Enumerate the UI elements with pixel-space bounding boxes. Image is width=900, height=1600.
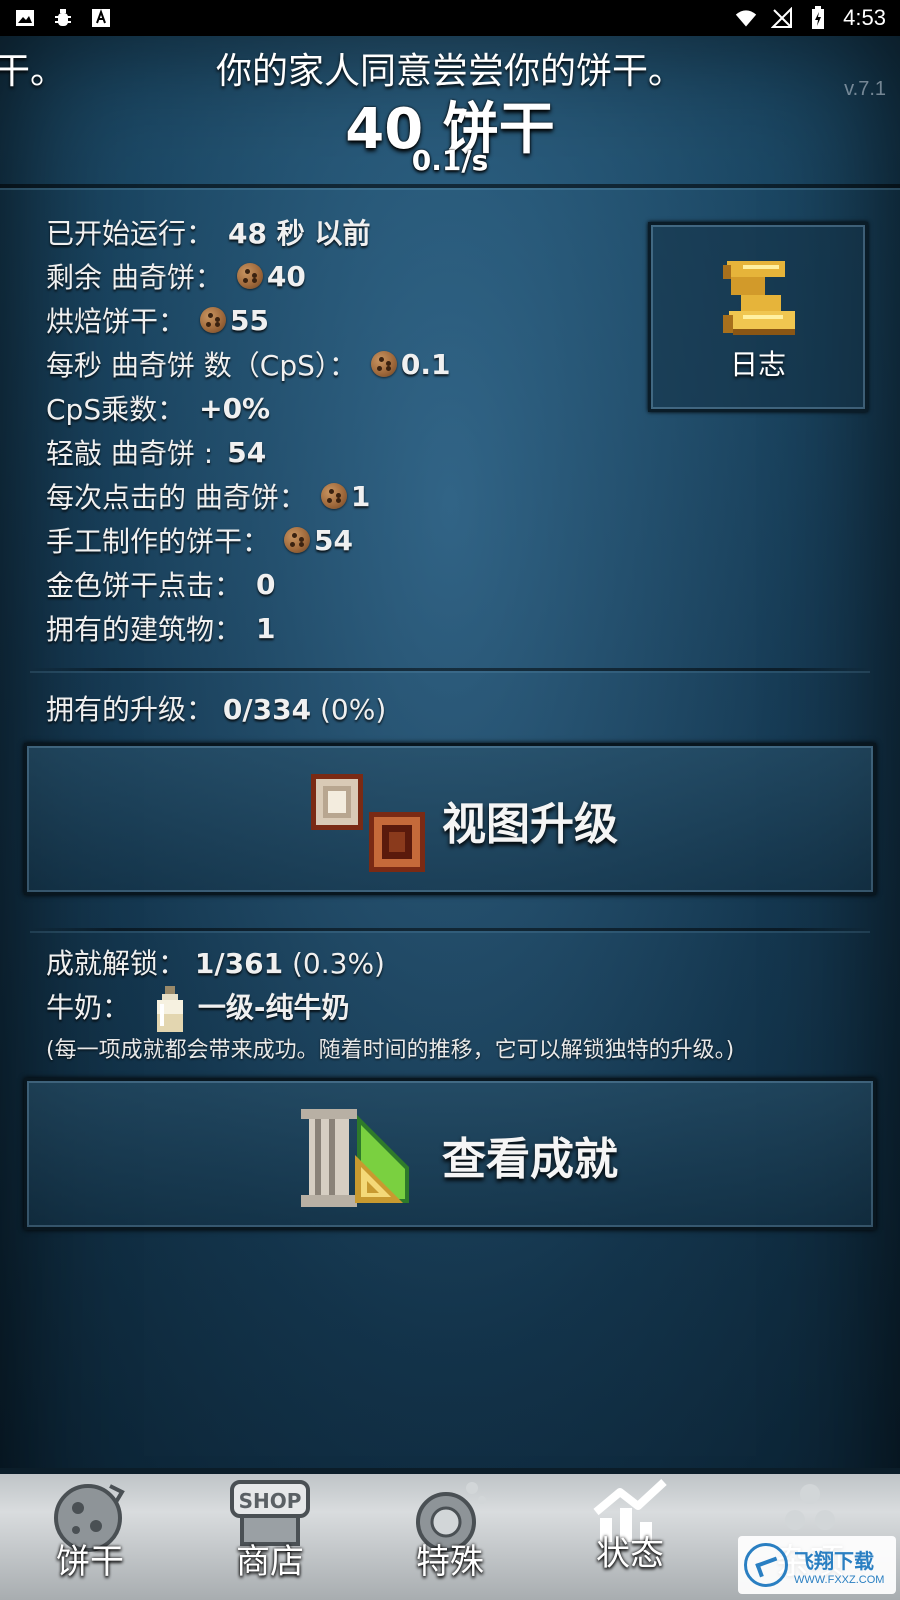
nav-label: 商店 (236, 1542, 304, 1582)
upgrade-frames-icon (311, 774, 425, 872)
scroll-icon (723, 261, 795, 335)
stat-label: 每秒 曲奇饼 数（CpS）： (46, 349, 357, 382)
stat-row-handmade-cookies: 手工制作的饼干： 54 (46, 518, 646, 562)
stat-row-cookies-remaining: 剩余 曲奇饼： 40 (46, 254, 646, 298)
battery-charging-icon (807, 6, 829, 29)
nav-label: 状态 (596, 1534, 664, 1574)
stat-row-cookie-clicks: 轻敲 曲奇饼 : 54 (46, 430, 646, 474)
stat-row-cps-multiplier: CpS乘数： +0% (46, 386, 646, 430)
cookie-icon (236, 263, 263, 289)
nav-label: 特殊 (416, 1542, 484, 1582)
stat-value: 55 (230, 303, 269, 337)
divider (30, 928, 870, 931)
stat-row-cps: 每秒 曲奇饼 数（CpS）： 0.1 (46, 342, 646, 386)
view-upgrades-button[interactable]: 视图升级 (24, 743, 876, 895)
achievements-label: 成就解锁： (46, 947, 187, 980)
achievements-percent: (0.3%) (291, 947, 385, 980)
stat-row-cookies-baked: 烘焙饼干： 55 (46, 298, 646, 342)
stat-value: 1 (256, 611, 276, 645)
upgrades-label: 拥有的升级： (46, 693, 215, 726)
upgrades-owned: 拥有的升级： 0/334 (0%) (46, 688, 386, 728)
stat-value: 54 (227, 435, 267, 469)
stat-label: CpS乘数： (46, 393, 186, 426)
cookies-per-second: 0.1/s (411, 144, 489, 177)
milk-bottle-icon (156, 986, 183, 1032)
milk-label: 牛奶： (46, 991, 131, 1024)
stat-value: 0.1 (400, 347, 451, 381)
achievements-value: 1/361 (194, 947, 284, 980)
stat-value: 48 秒 以前 (228, 217, 371, 250)
nav-item-special[interactable]: 特殊 (360, 1474, 540, 1600)
stat-row-buildings-owned: 拥有的建筑物： 1 (46, 606, 646, 650)
achievements-unlocked: 成就解锁： 1/361 (0.3%) (46, 942, 385, 982)
stat-row-cookies-per-click: 每次点击的 曲奇饼： 1 (46, 474, 646, 518)
stat-label: 已开始运行： (46, 217, 215, 250)
upgrades-value: 0/334 (222, 693, 312, 726)
status-bar: 4:53 (0, 0, 900, 36)
watermark-logo-icon (744, 1543, 788, 1587)
log-button[interactable]: 日志 (648, 222, 868, 412)
view-achievements-button[interactable]: 查看成就 (24, 1078, 876, 1230)
stat-row-time-running: 已开始运行： 48 秒 以前 (46, 210, 646, 254)
stat-label: 拥有的建筑物： (46, 613, 243, 646)
nav-item-cookie[interactable]: 饼干 (0, 1474, 180, 1600)
bottom-nav: 饼干 SHOP 商店 特殊 状态 杂项 (0, 1468, 900, 1600)
watermark-title: 飞翔下载 (794, 1548, 874, 1573)
stat-value: 1 (350, 479, 371, 513)
svg-text:SHOP: SHOP (239, 1489, 302, 1513)
cookie-icon (284, 527, 311, 553)
stat-label: 每次点击的 曲奇饼： (46, 481, 307, 514)
milk-row: 牛奶： 一级-纯牛奶 (46, 984, 349, 1034)
trophy-pillar-icon (301, 1109, 409, 1207)
watermark: 飞翔下载 WWW.FXXZ.COM (738, 1536, 896, 1594)
nav-item-shop[interactable]: SHOP 商店 (180, 1474, 360, 1600)
milk-value: 一级-纯牛奶 (197, 991, 350, 1024)
wifi-icon (735, 7, 757, 29)
stat-label: 金色饼干点击： (46, 569, 243, 602)
stat-label: 轻敲 曲奇饼 : (46, 437, 214, 470)
stat-label: 手工制作的饼干： (46, 525, 271, 558)
stat-value: +0% (199, 391, 271, 425)
nav-item-stats[interactable]: 状态 (540, 1474, 720, 1600)
bug-icon (52, 7, 74, 29)
nav-label: 饼干 (56, 1542, 124, 1582)
cookie-icon (200, 307, 227, 333)
header: 干。 你的家人同意尝尝你的饼干。 v.7.1 40 饼干 0.1/s (0, 36, 900, 188)
view-upgrades-label: 视图升级 (442, 799, 618, 850)
view-achievements-label: 查看成就 (442, 1134, 618, 1185)
stat-value: 0 (256, 567, 276, 601)
log-label: 日志 (729, 348, 786, 381)
divider (30, 668, 870, 671)
upgrades-percent: (0%) (319, 693, 387, 726)
stats-list: 已开始运行： 48 秒 以前 剩余 曲奇饼： 40 烘焙饼干： 55 每秒 曲奇… (46, 210, 646, 650)
image-icon (14, 7, 36, 29)
clock: 4:53 (843, 5, 886, 30)
watermark-url: WWW.FXXZ.COM (794, 1573, 885, 1586)
stat-value: 54 (314, 523, 353, 557)
stat-label: 烘焙饼干： (46, 305, 187, 338)
stat-label: 剩余 曲奇饼： (46, 261, 223, 294)
no-signal-icon (771, 7, 793, 29)
cookie-icon (320, 483, 347, 509)
stat-row-golden-cookie-clicks: 金色饼干点击： 0 (46, 562, 646, 606)
achievements-note: (每一项成就都会带来成功。随着时间的推移，它可以解锁独特的升级。) (46, 1038, 735, 1063)
cookie-icon (370, 351, 397, 377)
stat-value: 40 (266, 259, 306, 293)
font-icon (90, 7, 112, 29)
